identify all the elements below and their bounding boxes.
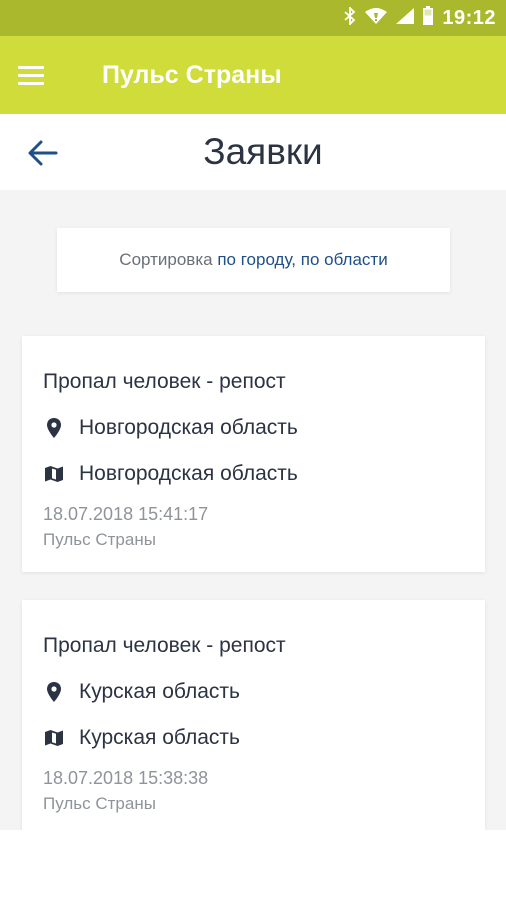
- menu-button[interactable]: [0, 36, 80, 114]
- request-source: Пульс Страны: [43, 530, 156, 549]
- request-datetime: 18.07.2018 15:38:38: [43, 768, 209, 788]
- location-pin-icon: [43, 417, 65, 439]
- hamburger-menu-icon: [18, 65, 44, 85]
- request-region: Курская область: [79, 726, 240, 749]
- page-header: Заявки: [0, 114, 506, 190]
- request-location: Курская область: [79, 680, 240, 703]
- bluetooth-icon: [343, 5, 357, 30]
- status-icons: [343, 5, 434, 31]
- request-location-row: Новгородская область: [43, 416, 298, 440]
- requests-list[interactable]: Сортировка по городу, по области Пропал …: [0, 190, 506, 830]
- sort-panel: Сортировка по городу, по области: [57, 228, 450, 292]
- bottom-area: [0, 830, 506, 900]
- request-card[interactable]: Пропал человек - репост Курская область …: [22, 600, 485, 830]
- request-location-row: Курская область: [43, 680, 240, 704]
- request-location: Новгородская область: [79, 416, 298, 439]
- request-region-row: Курская область: [43, 726, 240, 750]
- page-title: Заявки: [203, 131, 323, 172]
- sort-label: Сортировка: [119, 250, 213, 269]
- sort-by-region-link[interactable]: по области: [301, 250, 388, 270]
- request-datetime: 18.07.2018 15:41:17: [43, 504, 209, 524]
- app-bar: Пульс Страны: [0, 36, 506, 114]
- status-time: 19:12: [442, 6, 496, 29]
- wifi-icon: [364, 7, 388, 30]
- request-source: Пульс Страны: [43, 794, 156, 813]
- request-region-row: Новгородская область: [43, 462, 298, 486]
- request-region: Новгородская область: [79, 462, 298, 485]
- arrow-left-icon: [28, 140, 58, 166]
- back-button[interactable]: [26, 136, 60, 170]
- location-pin-icon: [43, 681, 65, 703]
- battery-icon: [422, 5, 434, 31]
- sort-by-city-link[interactable]: по городу,: [217, 250, 296, 270]
- map-icon: [43, 463, 65, 485]
- request-title: Пропал человек - репост: [43, 370, 286, 393]
- request-card[interactable]: Пропал человек - репост Новгородская обл…: [22, 336, 485, 572]
- request-title: Пропал человек - репост: [43, 634, 286, 657]
- signal-icon: [395, 7, 415, 30]
- map-icon: [43, 727, 65, 749]
- app-title: Пульс Страны: [102, 60, 282, 89]
- status-bar: 19:12: [0, 0, 506, 36]
